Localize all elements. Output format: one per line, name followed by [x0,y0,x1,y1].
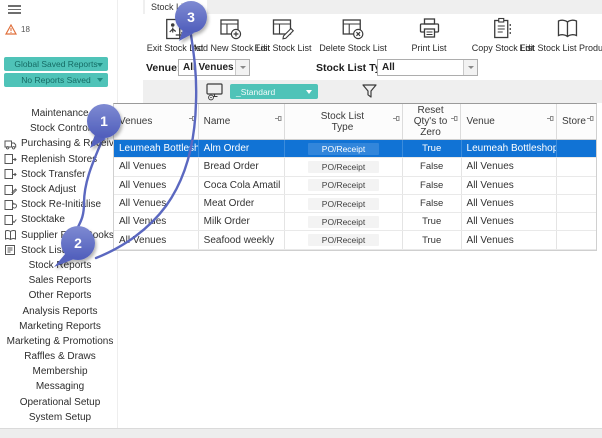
tab-label: Stock List [151,2,190,12]
edit-stock-list-products-button[interactable]: Edit Stock List Products [519,16,602,53]
tab-close-icon[interactable]: × [196,3,201,12]
pin-icon[interactable] [450,115,458,128]
column-header-name[interactable]: Name [199,104,286,139]
global-saved-reports-dropdown[interactable]: Global Saved Reports [4,57,108,71]
warning-count: 18 [21,25,30,34]
venue-dropdown[interactable]: All Venues [178,59,250,76]
column-header-store[interactable]: Store [557,104,596,139]
sidebar-item-sales-reports[interactable]: Sales Reports [0,273,120,288]
column-header-reset-qtys[interactable]: Reset Qty's to Zero [403,104,462,139]
pin-icon[interactable] [274,115,282,128]
sidebar-item-replenish-stores[interactable]: Replenish Stores [0,152,120,167]
delete-icon [340,16,366,42]
pin-icon[interactable] [188,115,196,128]
table-row[interactable]: All Venues Milk Order PO/Receipt True Al… [114,213,596,231]
truck-icon [4,138,17,150]
add-icon [218,16,244,42]
sidebar-item-stock-reports[interactable]: Stock Reports [0,258,120,273]
edit-stock-list-button[interactable]: Edit Stock List [254,16,311,53]
grid-header-row: Venues Name Stock List Type Reset Qty's … [114,104,596,140]
filter-row: Venue: All Venues Stock List Type: All [143,56,602,80]
table-row[interactable]: All Venues Seafood weekly PO/Receipt Tru… [114,231,596,249]
edit-icon [270,16,296,42]
sidebar-menu: Maintenance Stock Control Purchasing & R… [0,106,120,425]
sidebar-item-purchasing-receiving[interactable]: Purchasing & Receiving [0,136,120,151]
sidebar-item-analysis-reports[interactable]: Analysis Reports [0,303,120,318]
pin-icon[interactable] [392,115,400,128]
filter-funnel-icon[interactable] [361,83,378,105]
box-arrow-icon [4,168,17,180]
sidebar-item-stock-transfer[interactable]: Stock Transfer [0,167,120,182]
sidebar-item-supplier-price-books[interactable]: Supplier Price Books [0,228,120,243]
toolbar: Exit Stock List Add New Stock List Edit … [143,14,602,56]
table-row[interactable]: Leumeah Bottleshop Alm Order PO/Receipt … [114,140,596,158]
layout-bar: _Standard [143,80,602,103]
warning-icon [5,24,17,35]
status-bar [0,428,602,438]
sidebar-item-stock-reinitialise[interactable]: Stock Re-Initialise [0,197,120,212]
sidebar-item-maintenance[interactable]: Maintenance [0,106,120,121]
box-edit-icon [4,184,17,196]
layout-preset-dropdown[interactable]: _Standard [230,84,318,99]
sidebar-item-system-setup[interactable]: System Setup [0,410,120,425]
sidebar-item-other-reports[interactable]: Other Reports [0,288,120,303]
table-row[interactable]: All Venues Coca Cola Amatil PO/Receipt F… [114,177,596,195]
warning-indicator[interactable]: 18 [5,24,30,35]
table-row[interactable]: All Venues Bread Order PO/Receipt False … [114,158,596,176]
sidebar-item-messaging[interactable]: Messaging [0,379,120,394]
box-refresh-icon [4,199,17,211]
book-icon [4,229,17,241]
stock-list-grid: Venues Name Stock List Type Reset Qty's … [113,103,597,251]
box-check-icon [4,214,17,226]
column-header-stock-list-type[interactable]: Stock List Type [285,104,402,139]
chevron-down-icon [97,78,103,82]
sidebar-item-marketing-promotions[interactable]: Marketing & Promotions [0,334,120,349]
print-list-button[interactable]: Print List [411,16,446,53]
pin-icon[interactable] [546,115,554,128]
print-icon [416,16,442,42]
sidebar-item-membership[interactable]: Membership [0,364,120,379]
sidebar-item-marketing-reports[interactable]: Marketing Reports [0,319,120,334]
sidebar-item-stocktake[interactable]: Stocktake [0,212,120,227]
tab-stock-list[interactable]: Stock List × [145,0,207,14]
sidebar-item-stock-adjust[interactable]: Stock Adjust [0,182,120,197]
chevron-down-icon [306,90,312,94]
exit-icon [162,16,188,42]
delete-stock-list-button[interactable]: Delete Stock List [319,16,387,53]
chevron-down-icon[interactable] [235,60,249,75]
chevron-down-icon[interactable] [463,60,477,75]
venue-filter-label: Venue: [146,62,180,74]
sidebar-item-operational-setup[interactable]: Operational Setup [0,395,120,410]
list-icon [4,244,17,256]
hamburger-menu-icon[interactable] [8,5,21,15]
sidebar-item-stock-control[interactable]: Stock Control [0,121,120,136]
no-reports-saved-dropdown[interactable]: No Reports Saved [4,73,108,87]
stock-list-type-dropdown[interactable]: All [377,59,478,76]
box-arrow-icon [4,153,17,165]
book-icon [554,16,580,42]
copy-icon [490,16,516,42]
sidebar: 18 Global Saved Reports No Reports Saved… [0,0,118,428]
table-row[interactable]: All Venues Meat Order PO/Receipt False A… [114,195,596,213]
column-header-venues[interactable]: Venues [114,104,199,139]
chevron-down-icon [97,63,103,67]
tab-strip: Stock List × [143,0,602,14]
pin-icon[interactable] [586,115,594,128]
column-header-venue[interactable]: Venue [461,104,557,139]
sidebar-item-stock-list[interactable]: Stock List [0,243,120,258]
sidebar-item-raffles-draws[interactable]: Raffles & Draws [0,349,120,364]
